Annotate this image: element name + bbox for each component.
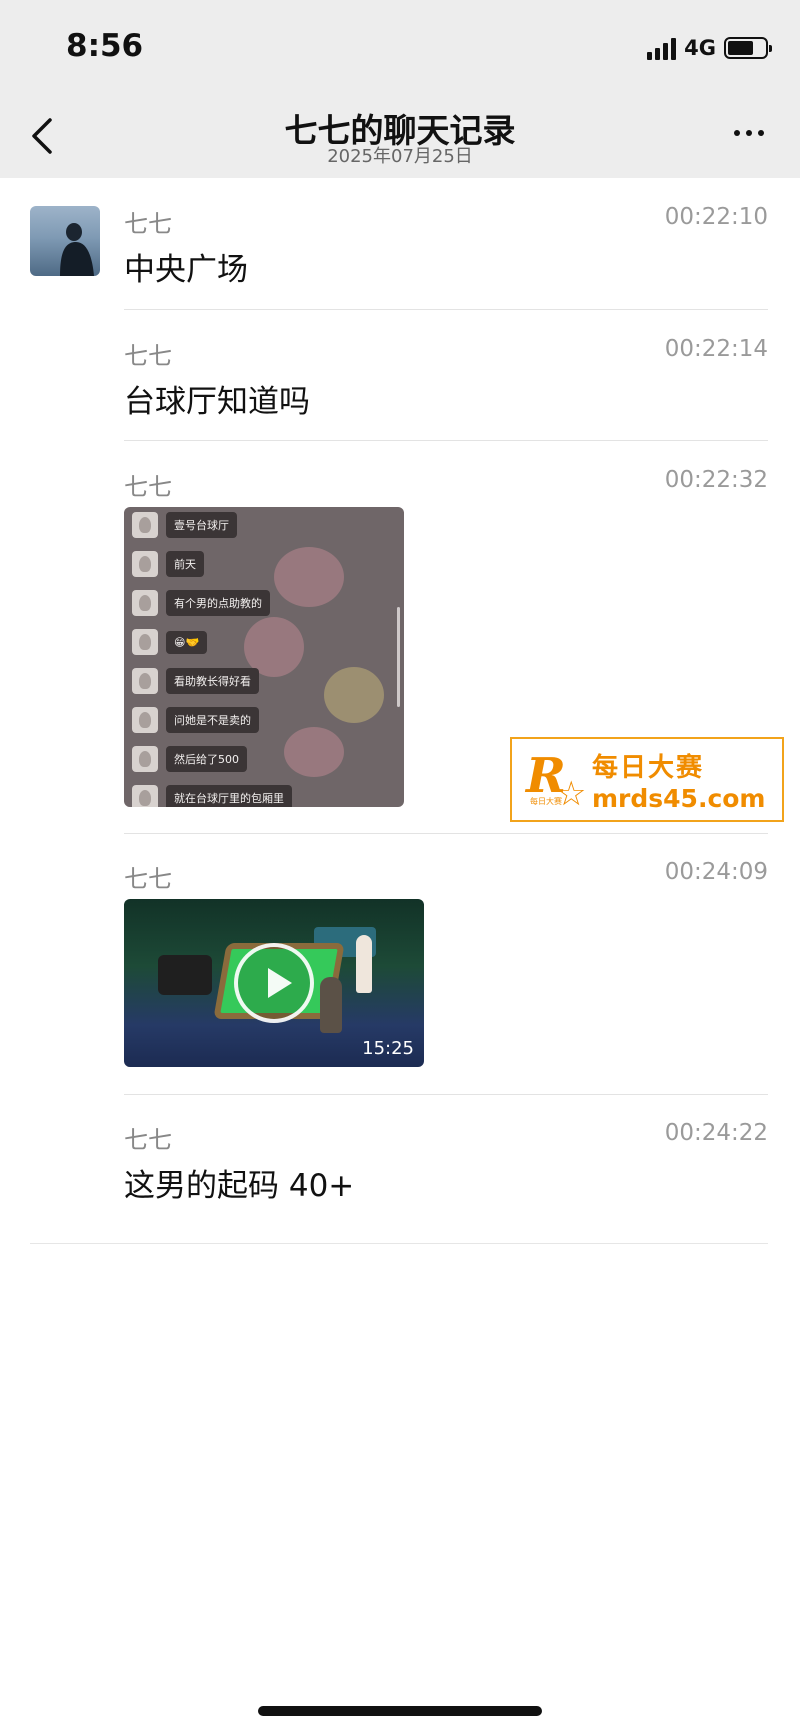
message-4: 七七 00:24:09 15:25 [124,859,768,1069]
status-time: 8:56 [66,28,144,64]
divider [124,440,768,441]
message-sender: 七七 [124,473,172,501]
more-icon[interactable] [734,130,764,136]
chat-screenshot-image[interactable]: 壹号台球厅 前天 有个男的点助教的 😁🤝 看助教长得好看 问她是不是卖的 然后给… [124,507,404,807]
home-indicator[interactable] [258,1706,542,1716]
screenshot-line: 有个男的点助教的 [132,589,270,617]
screenshot-line: 看助教长得好看 [132,667,259,695]
divider [124,833,768,834]
video-thumbnail[interactable]: 15:25 [124,899,424,1067]
watermark-banner[interactable]: R ☆ 每日大赛 每日大赛 mrds45.com [510,737,784,822]
battery-icon [724,37,772,59]
screenshot-line: 就在台球厅里的包厢里 [132,784,292,807]
message-text[interactable]: 这男的起码 40+ [124,1160,354,1205]
signal-icon [647,36,677,60]
screenshot-scrollbar [397,607,400,707]
message-time: 00:24:22 [664,1120,768,1146]
message-time: 00:24:09 [664,859,768,885]
message-sender: 七七 [124,865,172,893]
message-2: 七七 00:22:14 台球厅知道吗 [124,336,768,426]
video-duration: 15:25 [362,1038,414,1059]
message-sender: 七七 [124,210,172,238]
header: 8:56 4G 七七的聊天记录 2025年07月25日 [0,0,800,178]
message-sender: 七七 [124,1126,172,1154]
watermark-logo: R ☆ 每日大赛 [526,747,587,814]
avatar[interactable] [30,206,100,276]
screenshot-line: 然后给了500 [132,745,247,773]
screenshot-line: 问她是不是卖的 [132,706,259,734]
list-end-divider [30,1243,768,1244]
message-1: 七七 00:22:10 中央广场 [124,204,768,294]
message-time: 00:22:14 [664,336,768,362]
star-icon: ☆ [556,773,587,814]
watermark-name: 每日大赛 [592,752,705,783]
message-text[interactable]: 台球厅知道吗 [124,376,310,421]
message-time: 00:22:32 [664,467,768,493]
divider [124,1094,768,1095]
screenshot-line: 😁🤝 [132,628,208,656]
network-type: 4G [684,36,716,60]
message-5: 七七 00:24:22 这男的起码 40+ [124,1120,768,1210]
screenshot-line: 壹号台球厅 [132,511,237,539]
divider [124,309,768,310]
message-text[interactable]: 中央广场 [124,244,248,289]
message-time: 00:22:10 [664,204,768,230]
avatar-person-silhouette [60,223,94,276]
play-icon[interactable] [234,943,314,1023]
message-sender: 七七 [124,342,172,370]
page-subtitle-date: 2025年07月25日 [327,146,473,167]
watermark-url: mrds45.com [592,783,766,813]
screenshot-line: 前天 [132,550,204,578]
status-indicators: 4G [647,34,772,62]
